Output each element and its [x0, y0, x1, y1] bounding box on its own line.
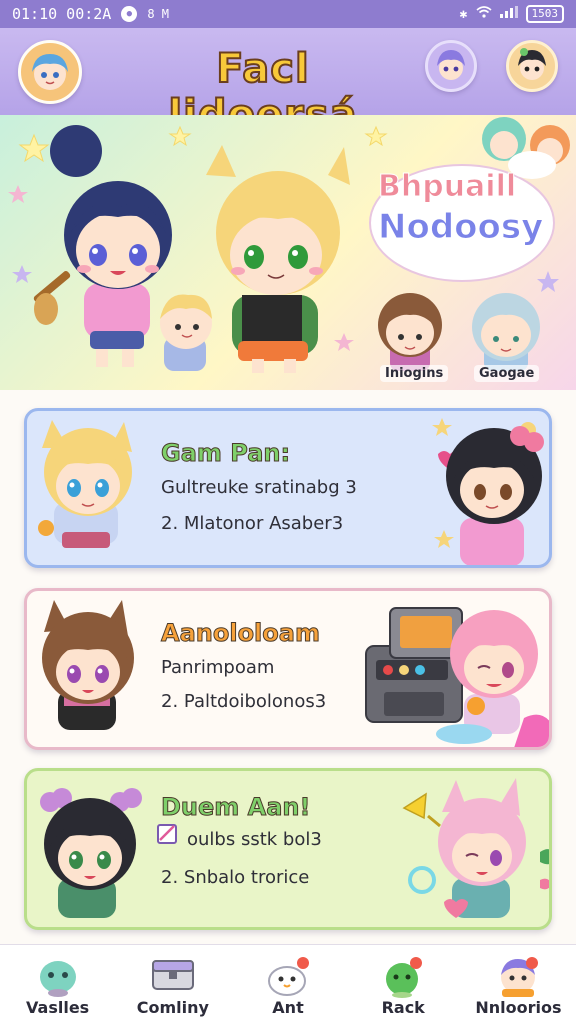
profile-avatar[interactable]	[18, 40, 82, 104]
tab-1-label: Vaslles	[26, 998, 90, 1017]
tab-3[interactable]: Ant	[230, 945, 345, 1025]
card-2-line-2: 2. Paltdoibolonos3	[161, 691, 327, 712]
card-1-line-1: Gultreuke sratinabg 3	[161, 477, 357, 498]
game-card-1[interactable]: Gam Pan: Gultreuke sratinabg 3 2. Mlaton…	[24, 408, 552, 568]
blue-hair-avatar-icon	[32, 54, 68, 90]
blonde-cat-girl-character	[206, 145, 350, 373]
friend-avatar-2[interactable]	[506, 40, 558, 92]
friend-avatar-1[interactable]	[425, 40, 477, 92]
character-face-icon	[501, 957, 539, 997]
tab-1[interactable]: Vaslles	[0, 945, 115, 1025]
hero-character-label-2: Gaogae	[474, 365, 540, 382]
silver-hair-character	[472, 293, 540, 371]
card-3-line-1: oulbs sstk bol3	[187, 829, 322, 850]
hero-banner[interactable]: Bhpuaill Nodoosy Iniogins Gaogae	[0, 115, 576, 390]
bluetooth-icon: ✱	[459, 6, 468, 22]
bottom-tab-bar: Vaslles Comliny Ant Rack Nnloorios	[0, 944, 576, 1025]
app-header: Facl lidoersá	[0, 28, 576, 139]
tab-4-label: Rack	[381, 998, 425, 1017]
baby-character	[160, 294, 212, 371]
black-hair-avatar-icon	[518, 48, 546, 80]
card-2-illustration	[42, 600, 549, 747]
wifi-icon	[475, 6, 492, 22]
card-1-line-2: 2. Mlatonor Asaber3	[161, 513, 344, 534]
tab-5-label: Nnloorios	[475, 998, 562, 1017]
tab-2-label: Comliny	[136, 998, 209, 1017]
status-time: 01:10 00:2A	[12, 5, 112, 23]
arcade-machine	[365, 607, 463, 723]
card-3-line-2: 2. Snbalo trorice	[161, 867, 310, 888]
treasure-box-icon	[151, 960, 194, 990]
status-carrier: 8 M	[147, 7, 170, 21]
brown-hair-character	[378, 293, 442, 371]
game-card-2[interactable]: Aanololoam Panrimpoam 2. Paltdoibolonos3	[24, 588, 552, 750]
status-bar: 01:10 00:2A ● 8 M ✱ 1503	[0, 0, 576, 28]
card-2-title: Aanololoam	[161, 619, 321, 648]
hero-bubble-line1: Bhpuaill	[377, 169, 517, 205]
game-card-3[interactable]: Duem Aan! oulbs sstk bol3 2. Snbalo tror…	[24, 768, 552, 930]
green-blob-icon	[386, 957, 423, 998]
hero-character-label-1: Iniogins	[380, 365, 449, 382]
card-3-title: Duem Aan!	[160, 793, 311, 822]
hero-illustration	[8, 117, 570, 373]
card-1-title: Gam Pan:	[160, 439, 291, 468]
card-2-line-1: Panrimpoam	[161, 657, 275, 678]
teal-creature-icon	[39, 961, 76, 997]
tab-3-label: Ant	[272, 998, 304, 1017]
girl-character	[33, 125, 172, 367]
notification-icon: ●	[121, 6, 138, 22]
tab-5[interactable]: Nnloorios	[461, 945, 576, 1025]
tab-4[interactable]: Rack	[346, 945, 461, 1025]
hero-bubble-line2: Nodoosy	[377, 207, 544, 248]
tab-2[interactable]: Comliny	[115, 945, 230, 1025]
signal-icon	[499, 6, 518, 22]
cloud-ghost-icon	[268, 957, 309, 996]
purple-hair-avatar-icon	[437, 50, 465, 80]
battery-indicator: 1503	[525, 5, 564, 23]
